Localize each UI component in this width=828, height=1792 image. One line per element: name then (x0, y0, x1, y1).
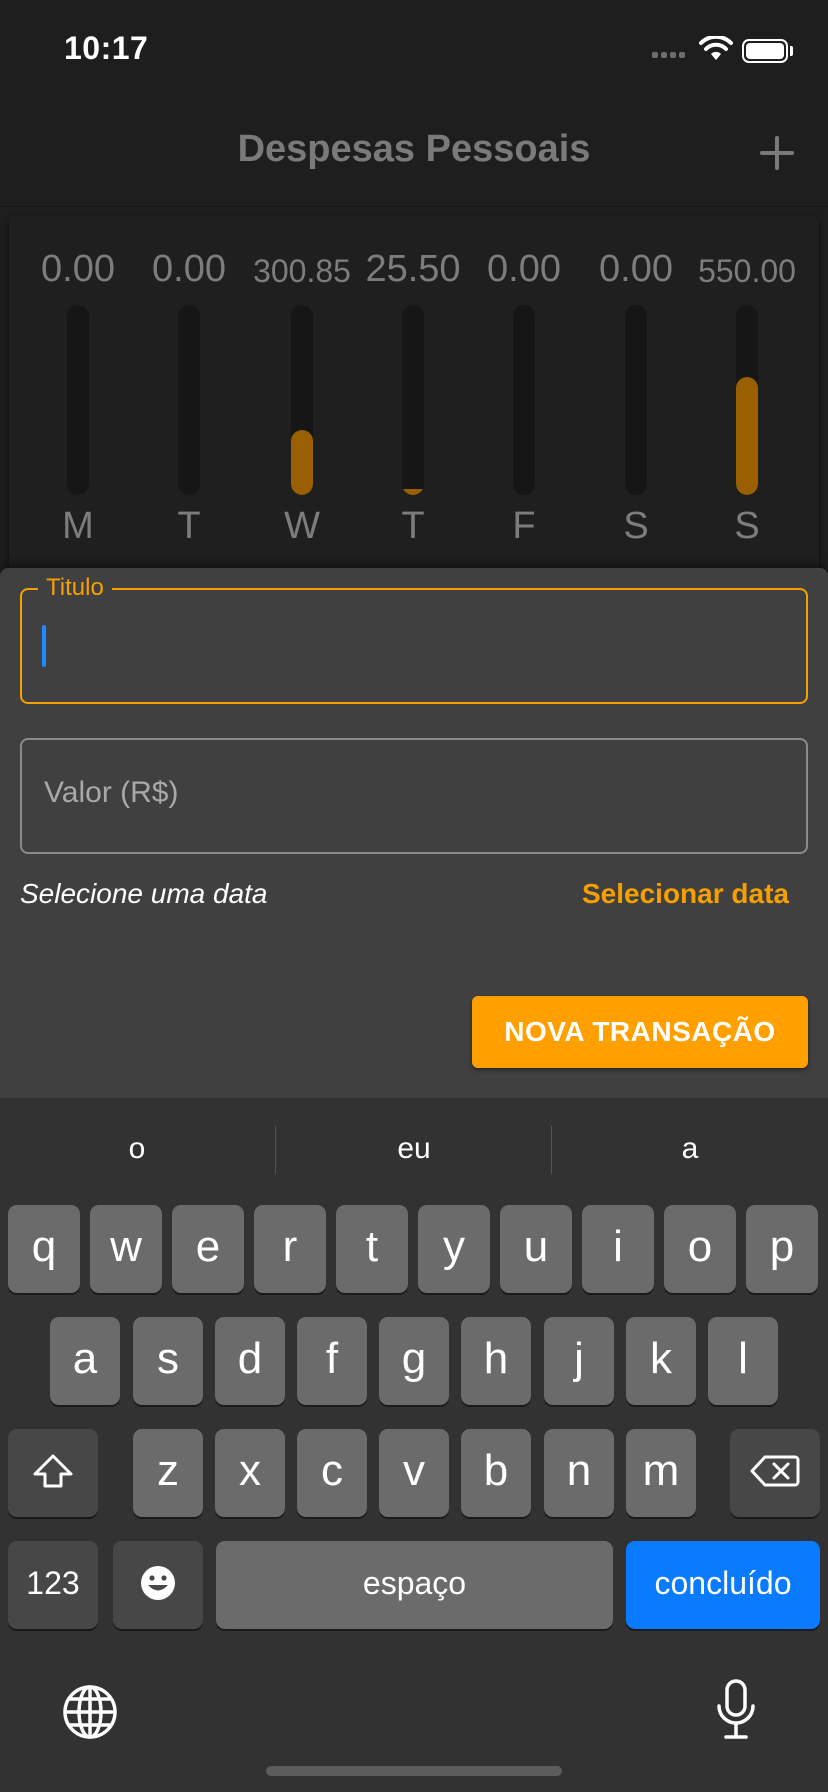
day-label: T (177, 505, 201, 547)
key-e[interactable]: e (172, 1205, 244, 1293)
numbers-key[interactable]: 123 (8, 1541, 98, 1629)
bar-track (402, 305, 424, 495)
value-field-placeholder: Valor (R$) (44, 776, 179, 809)
bar-value-label: 0.00 (487, 248, 561, 290)
key-q[interactable]: q (8, 1205, 80, 1293)
key-j[interactable]: j (544, 1317, 614, 1405)
key-n[interactable]: n (544, 1429, 614, 1517)
bar-fill (402, 489, 424, 495)
key-b[interactable]: b (461, 1429, 531, 1517)
suggestion-item[interactable]: eu (279, 1132, 549, 1166)
selected-date-text: Selecione uma data (20, 878, 268, 909)
key-z[interactable]: z (133, 1429, 203, 1517)
title-field[interactable] (20, 588, 808, 704)
key-l[interactable]: l (708, 1317, 778, 1405)
bar-value-label: 550.00 (698, 253, 796, 289)
day-label: W (284, 505, 320, 547)
key-d[interactable]: d (215, 1317, 285, 1405)
done-key[interactable]: concluído (626, 1541, 820, 1629)
backspace-icon (750, 1455, 800, 1487)
key-c[interactable]: c (297, 1429, 367, 1517)
key-m[interactable]: m (626, 1429, 696, 1517)
bar-value-label: 0.00 (599, 248, 673, 290)
key-w[interactable]: w (90, 1205, 162, 1293)
emoji-icon (141, 1566, 175, 1600)
wifi-icon (699, 36, 733, 60)
day-label: T (401, 505, 425, 547)
title-field-label: Titulo (38, 574, 112, 602)
day-label: S (623, 505, 649, 547)
bar-track (67, 305, 89, 495)
new-transaction-button[interactable]: NOVA TRANSAÇÃO (472, 996, 808, 1068)
day-label: F (512, 505, 536, 547)
key-s[interactable]: s (133, 1317, 203, 1405)
emoji-key[interactable] (113, 1541, 203, 1629)
key-a[interactable]: a (50, 1317, 120, 1405)
bar-value-label: 300.85 (253, 253, 351, 289)
space-key[interactable]: espaço (216, 1541, 613, 1629)
bar-track (178, 305, 200, 495)
key-g[interactable]: g (379, 1317, 449, 1405)
bar-value-label: 25.50 (365, 248, 461, 290)
key-p[interactable]: p (746, 1205, 818, 1293)
key-u[interactable]: u (500, 1205, 572, 1293)
bar-value-label: 0.00 (152, 248, 226, 290)
key-i[interactable]: i (582, 1205, 654, 1293)
day-label: M (62, 505, 94, 547)
bar-value-label: 0.00 (41, 248, 115, 290)
text-cursor (42, 625, 46, 667)
page-title: Despesas Pessoais (237, 128, 591, 170)
bar-track (736, 305, 758, 495)
day-label: S (734, 505, 760, 547)
shift-icon (33, 1454, 73, 1488)
key-x[interactable]: x (215, 1429, 285, 1517)
bar-fill (736, 377, 758, 495)
key-r[interactable]: r (254, 1205, 326, 1293)
bar-track (625, 305, 647, 495)
key-v[interactable]: v (379, 1429, 449, 1517)
bar-track (291, 305, 313, 495)
suggestion-item[interactable]: o (2, 1132, 272, 1166)
home-indicator (266, 1766, 562, 1776)
battery-icon (742, 39, 788, 63)
key-o[interactable]: o (664, 1205, 736, 1293)
status-time: 10:17 (64, 30, 149, 66)
key-k[interactable]: k (626, 1317, 696, 1405)
select-date-button[interactable]: Selecionar data (582, 878, 789, 910)
shift-key[interactable] (8, 1429, 98, 1517)
bar-fill (291, 430, 313, 495)
key-y[interactable]: y (418, 1205, 490, 1293)
globe-icon[interactable] (62, 1684, 118, 1740)
bar-track (513, 305, 535, 495)
key-h[interactable]: h (461, 1317, 531, 1405)
add-icon[interactable] (752, 128, 802, 178)
microphone-icon[interactable] (714, 1678, 758, 1742)
backspace-key[interactable] (730, 1429, 820, 1517)
key-t[interactable]: t (336, 1205, 408, 1293)
key-f[interactable]: f (297, 1317, 367, 1405)
suggestion-item[interactable]: a (555, 1132, 825, 1166)
